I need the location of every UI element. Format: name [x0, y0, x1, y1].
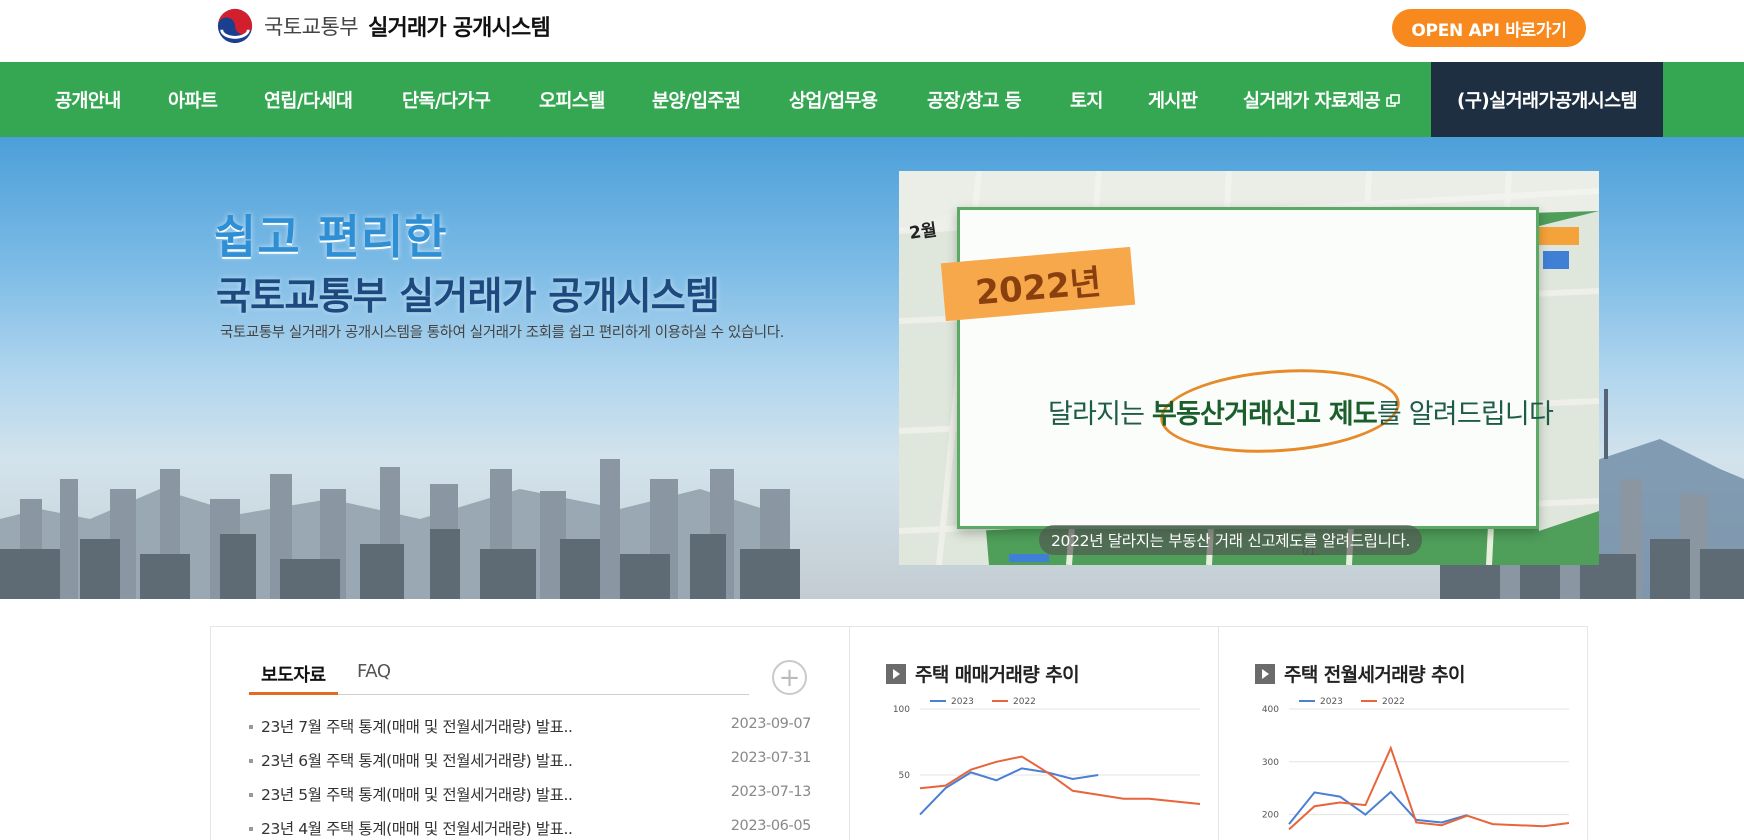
nav-item-data-service[interactable]: 실거래가 자료제공	[1243, 62, 1401, 137]
legend-label: 2022	[1382, 697, 1405, 707]
notice-banner-slide[interactable]: 2월 달라지는 부동산거래신고 제도를 알려드립니다 01. 2022년 202…	[899, 171, 1599, 565]
hero-section: 쉽고 편리한 국토교통부 실거래가 공개시스템 국토교통부 실거래가 공개시스템…	[0, 137, 1744, 599]
nav-item-data-service-label: 실거래가 자료제공	[1243, 90, 1381, 112]
news-panel: 보도자료 FAQ + 23년 7월 주택 통계(매매 및 전월세거래량) 발표.…	[210, 626, 851, 840]
news-tabs: 보도자료 FAQ	[249, 655, 749, 695]
nav-item-presale[interactable]: 분양/입주권	[652, 62, 741, 137]
rent-chart-title: 주택 전월세거래량 추이	[1284, 664, 1465, 686]
list-item[interactable]: 23년 6월 주택 통계(매매 및 전월세거래량) 발표.. 2023-07-3…	[249, 749, 811, 783]
series-line-2023	[1288, 790, 1468, 825]
rent-line-chart: 2023 2022 200 300 400	[1262, 697, 1570, 831]
nav-item-officetel[interactable]: 오피스텔	[539, 62, 605, 137]
list-item[interactable]: 23년 7월 주택 통계(매매 및 전월세거래량) 발표.. 2023-09-0…	[249, 715, 811, 749]
sale-line-chart: 2023 2022 50 100	[893, 697, 1201, 816]
tab-faq[interactable]: FAQ	[345, 655, 403, 695]
banner-headline-bold: 부동산거래신고 제도	[1151, 399, 1378, 430]
site-header: 국토교통부 실거래가 공개시스템 OPEN API 바로가기	[0, 0, 1744, 62]
arrow-right-icon	[886, 663, 906, 684]
main-nav: 공개안내 아파트 연립/다세대 단독/다가구 오피스텔 분양/입주권 상업/업무…	[0, 62, 1744, 137]
y-tick-label: 50	[899, 771, 911, 781]
banner-month-label: 2월	[908, 220, 939, 244]
news-date: 2023-07-31	[730, 750, 812, 766]
nav-item-row-house[interactable]: 연립/다세대	[264, 62, 353, 137]
hero-description: 국토교통부 실거래가 공개시스템을 통하여 실거래가 조회를 쉽고 편리하게 이…	[220, 325, 784, 341]
nav-item-commercial[interactable]: 상업/업무용	[789, 62, 878, 137]
government-emblem-icon	[217, 8, 253, 44]
series-line-2022	[919, 755, 1201, 805]
news-title: 23년 7월 주택 통계(매매 및 전월세거래량) 발표..	[261, 718, 573, 736]
banner-headline: 달라지는 부동산거래신고 제도를 알려드립니다	[1048, 399, 1554, 430]
banner-caption: 2022년 달라지는 부동산 거래 신고제도를 알려드립니다.	[1039, 525, 1423, 555]
news-title: 23년 6월 주택 통계(매매 및 전월세거래량) 발표..	[261, 752, 573, 770]
sale-chart-header: 주택 매매거래량 추이	[886, 660, 1080, 687]
y-tick-label: 400	[1262, 705, 1279, 715]
site-logo[interactable]: 국토교통부 실거래가 공개시스템	[216, 6, 551, 46]
hero-title: 국토교통부 실거래가 공개시스템	[216, 274, 720, 318]
rent-chart-header: 주택 전월세거래량 추이	[1255, 660, 1465, 687]
nav-item-land[interactable]: 토지	[1070, 62, 1103, 137]
nav-item-legacy-system[interactable]: (구)실거래가공개시스템	[1431, 62, 1663, 137]
org-name: 국토교통부	[264, 15, 359, 39]
news-title: 23년 4월 주택 통계(매매 및 전월세거래량) 발표..	[261, 820, 573, 838]
legend-label: 2022	[1013, 697, 1036, 707]
news-date: 2023-06-05	[730, 818, 812, 834]
tab-press-release[interactable]: 보도자료	[249, 655, 338, 695]
nav-item-detached-house[interactable]: 단독/다가구	[402, 62, 491, 137]
plus-icon[interactable]: +	[772, 660, 807, 695]
legend-label: 2023	[1320, 697, 1343, 707]
sale-chart-panel[interactable]: 주택 매매거래량 추이 2023 2022 50 100	[849, 626, 1219, 840]
y-tick-label: 300	[1262, 758, 1279, 768]
news-date: 2023-07-13	[730, 784, 812, 800]
nav-item-board[interactable]: 게시판	[1148, 62, 1198, 137]
nav-item-disclosure-guide[interactable]: 공개안내	[55, 62, 121, 137]
legend-label: 2023	[951, 697, 974, 707]
news-date: 2023-09-07	[730, 716, 812, 732]
nav-item-apartment[interactable]: 아파트	[168, 62, 218, 137]
hero-tagline: 쉽고 편리한	[214, 210, 448, 264]
nav-item-factory-warehouse[interactable]: 공장/창고 등	[927, 62, 1022, 137]
system-name: 실거래가 공개시스템	[368, 16, 551, 41]
arrow-right-icon	[1255, 663, 1275, 684]
list-item[interactable]: 23년 4월 주택 통계(매매 및 전월세거래량) 발표.. 2023-06-0…	[249, 817, 811, 840]
open-api-button[interactable]: OPEN API 바로가기	[1392, 9, 1586, 47]
external-link-icon	[1386, 93, 1401, 107]
series-line-2022	[1288, 745, 1570, 831]
news-title: 23년 5월 주택 통계(매매 및 전월세거래량) 발표..	[261, 786, 573, 804]
y-tick-label: 100	[893, 705, 910, 715]
sale-chart-title: 주택 매매거래량 추이	[915, 664, 1080, 686]
y-tick-label: 200	[1262, 811, 1279, 821]
list-item[interactable]: 23년 5월 주택 통계(매매 및 전월세거래량) 발표.. 2023-07-1…	[249, 783, 811, 817]
rent-chart-panel[interactable]: 주택 전월세거래량 추이 2023 2022 200 300 400	[1218, 626, 1588, 840]
news-list: 23년 7월 주택 통계(매매 및 전월세거래량) 발표.. 2023-09-0…	[249, 715, 811, 840]
